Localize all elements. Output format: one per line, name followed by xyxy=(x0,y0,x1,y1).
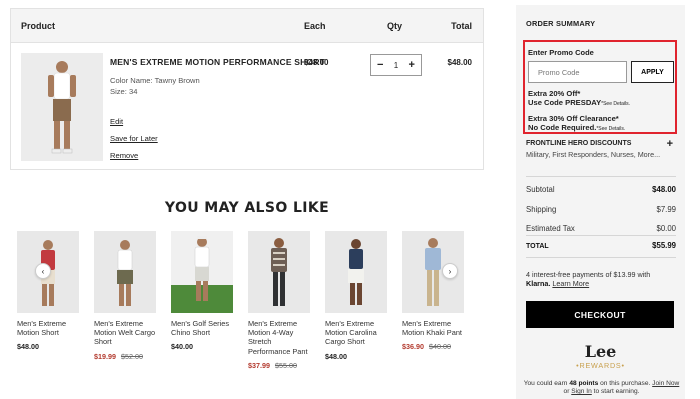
qty-plus-button[interactable]: + xyxy=(409,59,415,71)
product-image[interactable] xyxy=(21,53,103,161)
checkout-button[interactable]: CHECKOUT xyxy=(526,301,674,328)
save-for-later-link[interactable]: Save for Later xyxy=(110,134,158,143)
klarna-logo: Klarna. xyxy=(526,279,551,289)
lee-logo: Lee xyxy=(584,342,617,361)
frontline-desc: Military, First Responders, Nurses, More… xyxy=(526,150,661,159)
klarna-text: 4 interest-free payments of $13.99 with xyxy=(526,270,651,279)
sign-in-link[interactable]: Sign In xyxy=(571,388,592,395)
frontline-discounts[interactable]: FRONTLINE HERO DISCOUNTS + Military, Fir… xyxy=(526,138,676,159)
total-value: $55.99 xyxy=(652,241,676,250)
rec-name[interactable]: Men's Golf Series Chino Short xyxy=(171,319,235,337)
tax-row: Estimated Tax $0.00 xyxy=(526,224,676,233)
summary-title: ORDER SUMMARY xyxy=(526,19,596,28)
earn-mid: on this purchase. xyxy=(600,380,651,387)
rec-price: $48.00 xyxy=(325,351,347,361)
header-product: Product xyxy=(21,21,56,31)
tax-label: Estimated Tax xyxy=(526,224,575,233)
rec-card[interactable]: Men's Extreme Motion Khaki Pant $36.90 $4… xyxy=(402,231,466,351)
rec-card[interactable]: Men's Extreme Motion Short $48.00 xyxy=(17,231,81,351)
rec-card[interactable]: Men's Extreme Motion Carolina Cargo Shor… xyxy=(325,231,389,361)
subtotal-row: Subtotal $48.00 xyxy=(526,185,676,194)
rec-price: $19.99 $52.00 xyxy=(94,352,158,361)
product-size: Size: 34 xyxy=(110,87,138,96)
join-now-link[interactable]: Join Now xyxy=(652,380,679,387)
rec-was-price: $40.00 xyxy=(428,342,451,352)
divider xyxy=(526,235,676,236)
offer2-line2: No Code Required. xyxy=(528,122,597,132)
cart-table: Product Each Qty Total MEN'S EXTREME MOT… xyxy=(10,8,484,170)
header-qty: Qty xyxy=(387,21,403,31)
shipping-label: Shipping xyxy=(526,205,557,214)
rec-price: $48.00 xyxy=(17,342,39,352)
rec-name[interactable]: Men's Extreme Motion Short xyxy=(17,319,81,337)
divider xyxy=(526,176,676,177)
carousel-next-button[interactable]: › xyxy=(442,263,458,279)
qty-minus-button[interactable]: − xyxy=(377,59,383,71)
tax-value: $0.00 xyxy=(656,224,676,233)
remove-link[interactable]: Remove xyxy=(110,151,138,160)
apply-promo-button[interactable]: APPLY xyxy=(631,61,674,83)
carousel-prev-button[interactable]: ‹ xyxy=(35,263,51,279)
quantity-stepper: − 1 + xyxy=(370,54,422,76)
divider xyxy=(526,257,676,258)
rec-image[interactable] xyxy=(94,231,156,313)
promo-code-input[interactable] xyxy=(528,61,627,83)
earn-post: to start earning. xyxy=(593,388,640,396)
recs-title: YOU MAY ALSO LIKE xyxy=(164,200,330,216)
total-row: TOTAL $55.99 xyxy=(526,241,676,250)
edit-link[interactable]: Edit xyxy=(110,117,123,126)
subtotal-value: $48.00 xyxy=(652,185,676,194)
rec-sale-price: $19.99 xyxy=(94,351,116,361)
offer1-line2: Use Code PRESDAY xyxy=(528,97,602,107)
qty-value[interactable]: 1 xyxy=(394,61,398,70)
cart-header: Product Each Qty Total xyxy=(11,9,483,43)
offer2-see-details-link[interactable]: *See Details. xyxy=(596,126,625,132)
header-each: Each xyxy=(304,21,326,31)
rec-name[interactable]: Men's Extreme Motion Carolina Cargo Shor… xyxy=(325,319,389,347)
order-summary: ORDER SUMMARY Enter Promo Code APPLY Ext… xyxy=(516,5,685,399)
header-total: Total xyxy=(451,21,472,31)
promo-section: Enter Promo Code APPLY Extra 20% Off* Us… xyxy=(523,40,677,134)
rec-name[interactable]: Men's Extreme Motion 4-Way Stretch Perfo… xyxy=(248,319,312,356)
offer-20-off: Extra 20% Off* Use Code PRESDAY*See Deta… xyxy=(528,89,630,108)
rec-image[interactable] xyxy=(248,231,310,313)
expand-plus-icon[interactable]: + xyxy=(667,138,673,150)
total-label: TOTAL xyxy=(526,243,549,250)
rec-was-price: $55.00 xyxy=(274,360,297,370)
rec-card[interactable]: Men's Extreme Motion Welt Cargo Short $1… xyxy=(94,231,158,361)
rec-name[interactable]: Men's Extreme Motion Khaki Pant xyxy=(402,319,466,337)
offer1-see-details-link[interactable]: *See Details. xyxy=(601,101,630,107)
subtotal-label: Subtotal xyxy=(526,185,555,194)
promo-label: Enter Promo Code xyxy=(528,48,594,57)
rec-name[interactable]: Men's Extreme Motion Welt Cargo Short xyxy=(94,319,158,347)
earn-pre: You could earn xyxy=(523,380,568,387)
rec-was-price: $52.00 xyxy=(120,351,143,361)
rec-image[interactable] xyxy=(171,231,233,313)
rec-card[interactable]: Men's Extreme Motion 4-Way Stretch Perfo… xyxy=(248,231,312,370)
rec-sale-price: $36.90 xyxy=(402,342,424,352)
rec-image[interactable] xyxy=(325,231,387,313)
klarna-info: 4 interest-free payments of $13.99 with … xyxy=(526,270,676,289)
lee-rewards-logo: •REWARDS• xyxy=(576,361,625,370)
rec-card[interactable]: Men's Golf Series Chino Short $40.00 xyxy=(171,231,235,351)
offer-30-off: Extra 30% Off Clearance* No Code Require… xyxy=(528,114,625,133)
klarna-learn-more-link[interactable]: Learn More xyxy=(552,279,589,288)
rec-price: $37.99 $55.00 xyxy=(248,361,312,370)
product-name[interactable]: MEN'S EXTREME MOTION PERFORMANCE SHORT xyxy=(110,57,325,67)
product-color: Color Name: Tawny Brown xyxy=(110,76,200,85)
item-each-price: $48.00 xyxy=(304,58,329,67)
rewards-earn-text: You could earn 48 points on this purchas… xyxy=(522,380,681,397)
rec-price: $40.00 xyxy=(171,342,193,352)
rec-price: $36.90 $40.00 xyxy=(402,342,466,351)
rec-sale-price: $37.99 xyxy=(248,360,270,370)
earn-or: or xyxy=(563,388,570,396)
cart-line-item: MEN'S EXTREME MOTION PERFORMANCE SHORT C… xyxy=(11,43,483,170)
item-total-price: $48.00 xyxy=(447,58,472,67)
shipping-row: Shipping $7.99 xyxy=(526,205,676,214)
earn-points: 48 points xyxy=(569,380,599,387)
frontline-title: FRONTLINE HERO DISCOUNTS xyxy=(526,140,632,147)
shipping-value: $7.99 xyxy=(656,205,676,214)
